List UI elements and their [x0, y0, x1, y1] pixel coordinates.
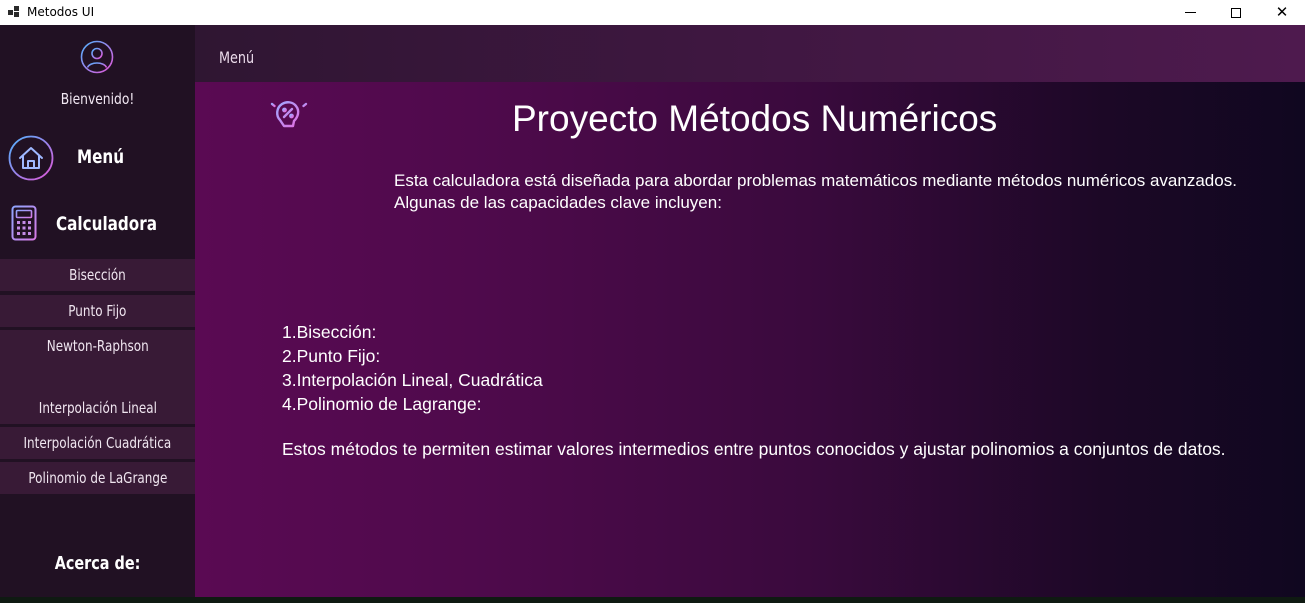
header-title: Menú — [219, 48, 255, 67]
lightbulb-icon — [268, 94, 310, 136]
sidebar-item-label: Punto Fijo — [68, 302, 127, 320]
method-item: 3.Interpolación Lineal, Cuadrática — [282, 370, 543, 390]
user-profile-icon[interactable] — [80, 40, 114, 74]
sidebar-item-interpolacion-cuadratica[interactable]: Interpolación Cuadrática — [0, 427, 195, 459]
nav-calculator-label: Calculadora — [56, 213, 157, 235]
sidebar-empty-item[interactable] — [0, 361, 195, 393]
method-item: 1.Bisección: — [282, 322, 377, 342]
method-item: 4.Polinomio de Lagrange: — [282, 394, 482, 414]
closing-paragraph: Estos métodos te permiten estimar valore… — [282, 439, 1226, 459]
maximize-icon — [1231, 7, 1241, 18]
sidebar-item-label: Interpolación Lineal — [38, 399, 157, 417]
about-button[interactable]: Acerca de: — [0, 553, 195, 574]
sidebar-item-punto-fijo[interactable]: Punto Fijo — [0, 295, 195, 327]
sidebar-item-newton-raphson[interactable]: Newton-Raphson — [0, 330, 195, 362]
close-icon: ✕ — [1275, 3, 1289, 21]
home-icon — [8, 135, 54, 181]
methods-list: 1.Bisección: 2.Punto Fijo: 3.Interpolaci… — [282, 320, 543, 416]
page-title: Proyecto Métodos Numéricos — [512, 98, 998, 139]
welcome-text: Bienvenido! — [60, 90, 135, 108]
nav-calculator-button[interactable]: Calculadora — [0, 201, 195, 245]
window-titlebar: Metodos UI ✕ — [0, 0, 1305, 25]
bottom-edge — [0, 597, 1305, 603]
window-title: Metodos UI — [27, 5, 95, 19]
app-icon — [8, 6, 20, 18]
nav-menu-button[interactable]: Menú — [0, 133, 195, 183]
nav-menu-label: Menú — [77, 146, 125, 168]
sidebar-item-biseccion[interactable]: Bisección — [0, 259, 195, 291]
about-label: Acerca de: — [54, 553, 141, 574]
method-item: 2.Punto Fijo: — [282, 346, 381, 366]
intro-line-1: Esta calculadora está diseñada para abor… — [394, 171, 1237, 190]
minimize-button[interactable] — [1167, 0, 1213, 25]
content-header: Menú — [195, 25, 1305, 82]
sidebar-item-label: Bisección — [69, 266, 126, 284]
main-content: Proyecto Métodos Numéricos Esta calculad… — [195, 82, 1305, 597]
sidebar-item-interpolacion-lineal[interactable]: Interpolación Lineal — [0, 392, 195, 424]
intro-paragraph: Esta calculadora está diseñada para abor… — [394, 170, 1237, 214]
calculator-icon — [11, 205, 37, 241]
sidebar-item-polinomio-lagrange[interactable]: Polinomio de LaGrange — [0, 462, 195, 494]
sidebar-item-label: Polinomio de LaGrange — [28, 469, 167, 487]
maximize-button[interactable] — [1213, 0, 1259, 25]
intro-line-2: Algunas de las capacidades clave incluye… — [394, 193, 722, 212]
sidebar: Bienvenido! Menú Calculadora Bisección P… — [0, 25, 195, 597]
sidebar-item-label: Newton-Raphson — [46, 337, 149, 355]
sidebar-item-label: Interpolación Cuadrática — [23, 434, 172, 452]
minimize-icon — [1184, 12, 1196, 13]
close-button[interactable]: ✕ — [1259, 0, 1305, 25]
